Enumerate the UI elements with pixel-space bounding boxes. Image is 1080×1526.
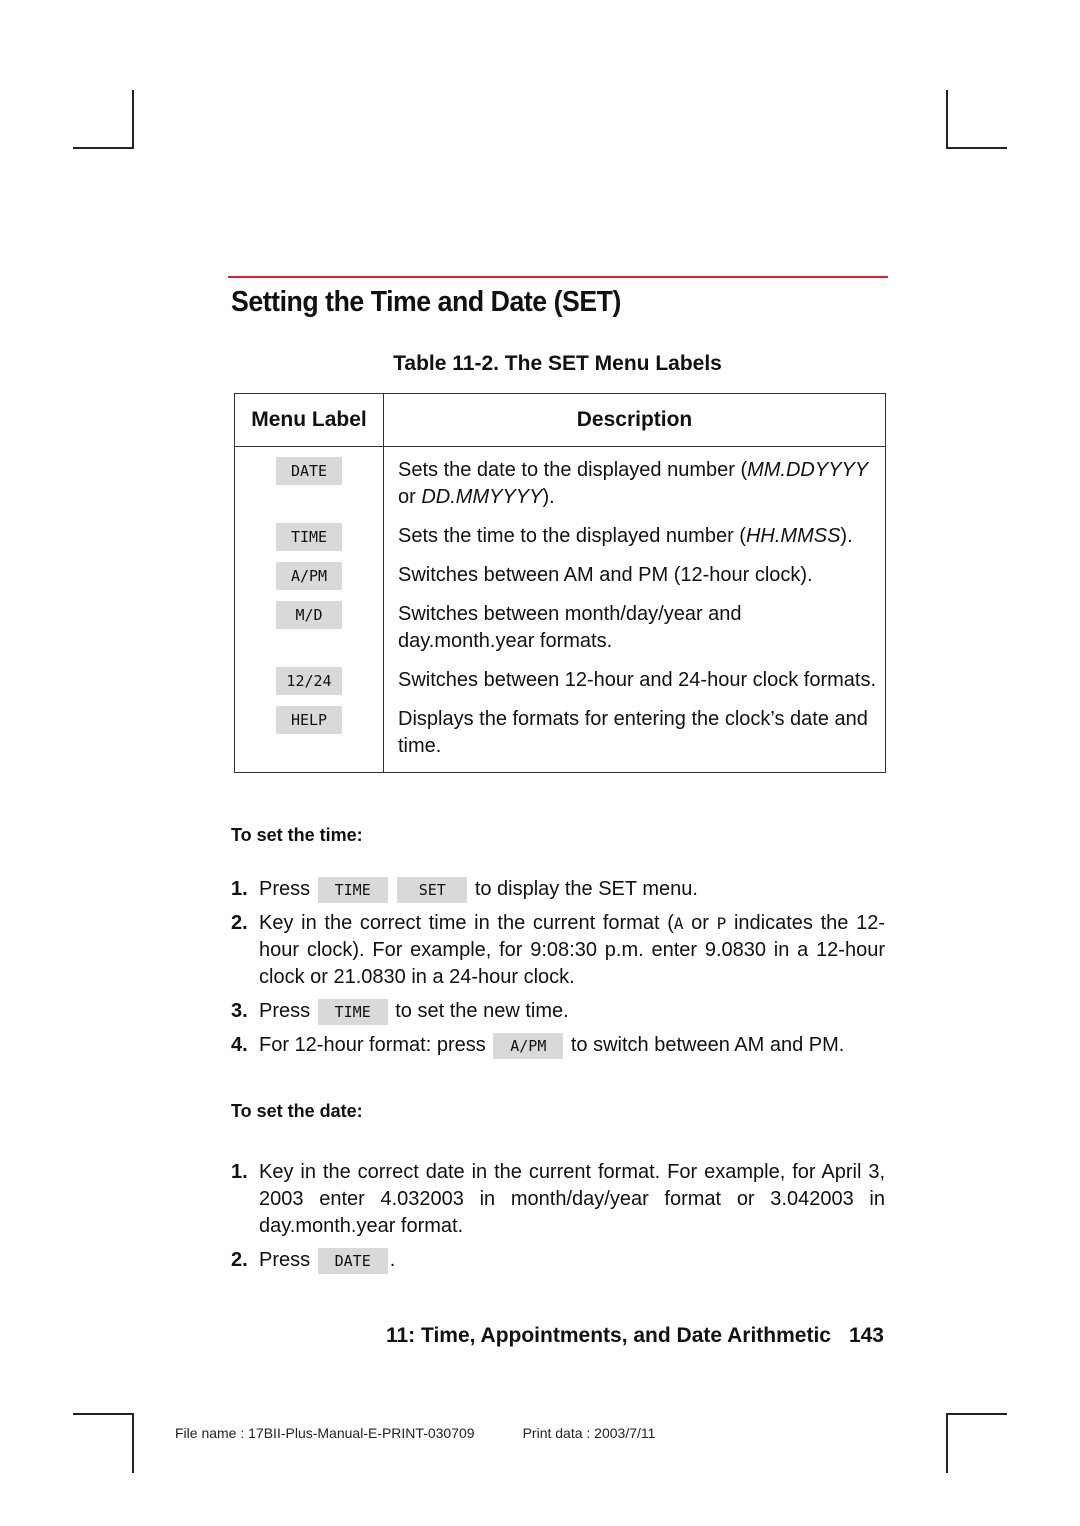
crop-mark-bottom-left-v bbox=[132, 1413, 134, 1473]
am-indicator: A bbox=[673, 914, 684, 933]
crop-mark-bottom-right-v bbox=[946, 1413, 948, 1473]
set-key: SET bbox=[397, 877, 468, 903]
help-key: HELP bbox=[276, 706, 342, 734]
table-row: 12/24 Switches between 12-hour and 24-ho… bbox=[234, 667, 886, 706]
table-row: DATE Sets the date to the displayed numb… bbox=[234, 446, 886, 523]
set-time-steps: 1. Press TIME SET to display the SET men… bbox=[231, 876, 885, 1066]
date-key: DATE bbox=[276, 457, 342, 485]
step-item: 2. Key in the correct time in the curren… bbox=[231, 912, 885, 988]
row-description: Switches between 12-hour and 24-hour clo… bbox=[383, 667, 886, 706]
pm-indicator: P bbox=[716, 914, 727, 933]
md-key: M/D bbox=[276, 601, 342, 629]
row-description: Switches between AM and PM (12-hour cloc… bbox=[383, 562, 886, 601]
table-row: A/PM Switches between AM and PM (12-hour… bbox=[234, 562, 886, 601]
table-row: TIME Sets the time to the displayed numb… bbox=[234, 523, 886, 562]
chapter-title: 11: Time, Appointments, and Date Arithme… bbox=[385, 1324, 831, 1347]
table-row: HELP Displays the formats for entering t… bbox=[234, 706, 886, 773]
crop-mark-bottom-left-h bbox=[73, 1413, 134, 1415]
set-date-heading: To set the date: bbox=[231, 1101, 363, 1121]
crop-mark-top-left-h bbox=[73, 147, 134, 149]
header-description: Description bbox=[383, 393, 886, 447]
set-time-heading: To set the time: bbox=[231, 825, 363, 845]
row-description: Sets the date to the displayed number (M… bbox=[383, 446, 886, 523]
crop-mark-bottom-right-h bbox=[946, 1413, 1007, 1415]
crop-mark-top-left-v bbox=[132, 90, 134, 149]
section-title: Setting the Time and Date (SET) bbox=[231, 286, 621, 318]
section-rule bbox=[228, 276, 888, 278]
step-item: 4. For 12-hour format: press A/PM to swi… bbox=[231, 1032, 885, 1059]
date-key: DATE bbox=[317, 1248, 388, 1274]
step-item: 1. Press TIME SET to display the SET men… bbox=[231, 876, 885, 903]
header-menu-label: Menu Label bbox=[234, 393, 384, 447]
time-key: TIME bbox=[276, 523, 342, 551]
apm-key: A/PM bbox=[276, 562, 342, 590]
row-description: Displays the formats for entering the cl… bbox=[383, 706, 886, 773]
file-name: File name : 17BII-Plus-Manual-E-PRINT-03… bbox=[175, 1425, 475, 1441]
set-menu-table: Menu Label Description DATE Sets the dat… bbox=[234, 393, 886, 773]
page-number: 143 bbox=[848, 1324, 884, 1347]
print-info: File name : 17BII-Plus-Manual-E-PRINT-03… bbox=[175, 1425, 655, 1441]
table-header-row: Menu Label Description bbox=[234, 393, 886, 447]
crop-mark-top-right-v bbox=[946, 90, 948, 149]
step-item: 1. Key in the correct date in the curren… bbox=[231, 1161, 885, 1237]
row-description: Sets the time to the displayed number (H… bbox=[383, 523, 886, 562]
crop-mark-top-right-h bbox=[946, 147, 1007, 149]
print-date: Print data : 2003/7/11 bbox=[522, 1425, 656, 1441]
table-caption: Table 11-2. The SET Menu Labels bbox=[393, 352, 722, 375]
apm-key: A/PM bbox=[493, 1033, 564, 1059]
time-key: TIME bbox=[317, 999, 388, 1025]
step-item: 3. Press TIME to set the new time. bbox=[231, 998, 885, 1025]
step-item: 2. Press DATE. bbox=[231, 1247, 885, 1274]
time-key: TIME bbox=[317, 877, 388, 903]
12-24-key: 12/24 bbox=[276, 667, 342, 695]
row-description: Switches between month/day/year and day.… bbox=[383, 601, 886, 667]
running-footer: 11: Time, Appointments, and Date Arithme… bbox=[386, 1324, 884, 1348]
set-date-steps: 1. Key in the correct date in the curren… bbox=[231, 1159, 885, 1281]
table-row: M/D Switches between month/day/year and … bbox=[234, 601, 886, 667]
